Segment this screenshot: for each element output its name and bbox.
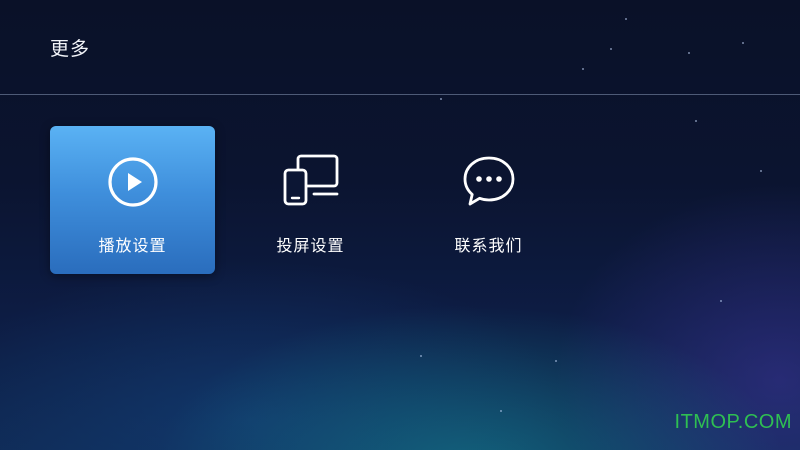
menu-item-label: 播放设置 <box>98 236 167 255</box>
play-icon <box>107 157 158 207</box>
menu-item-contact-us[interactable]: 联系我们 <box>406 126 571 274</box>
menu-item-screencast-settings[interactable]: 投屏设置 <box>228 126 393 274</box>
menu-item-playback-settings[interactable]: 播放设置 <box>50 126 215 274</box>
menu-item-label: 联系我们 <box>454 236 523 255</box>
screen: { "header": { "title": "更多" }, "menu": {… <box>0 0 800 450</box>
screen-cast-icon <box>283 154 338 206</box>
chat-icon <box>463 156 514 206</box>
page-title: 更多 <box>50 38 91 60</box>
header-divider <box>0 94 800 95</box>
menu-item-label: 投屏设置 <box>276 236 345 255</box>
watermark: ITMOP.COM <box>674 411 792 433</box>
